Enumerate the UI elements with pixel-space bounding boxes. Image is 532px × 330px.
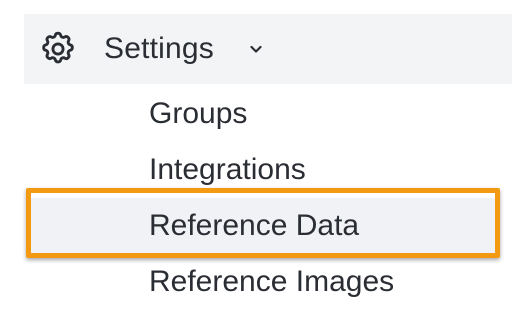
- submenu-item-groups[interactable]: Groups: [0, 86, 532, 142]
- submenu-item-label: Groups: [149, 97, 248, 130]
- settings-label: Settings: [104, 32, 214, 65]
- submenu-item-label: Integrations: [149, 153, 306, 186]
- submenu-item-label: Reference Images: [149, 265, 395, 298]
- settings-menu-header[interactable]: Settings: [24, 14, 512, 84]
- submenu-item-reference-images[interactable]: Reference Images: [0, 254, 532, 310]
- gear-icon: [39, 30, 77, 68]
- submenu-item-integrations[interactable]: Integrations: [0, 142, 532, 198]
- submenu-item-label: Reference Data: [149, 209, 360, 242]
- chevron-down-icon: [248, 41, 264, 57]
- settings-menu: Settings Groups Integrations Reference D…: [0, 0, 532, 330]
- submenu-item-reference-data[interactable]: Reference Data: [26, 198, 498, 254]
